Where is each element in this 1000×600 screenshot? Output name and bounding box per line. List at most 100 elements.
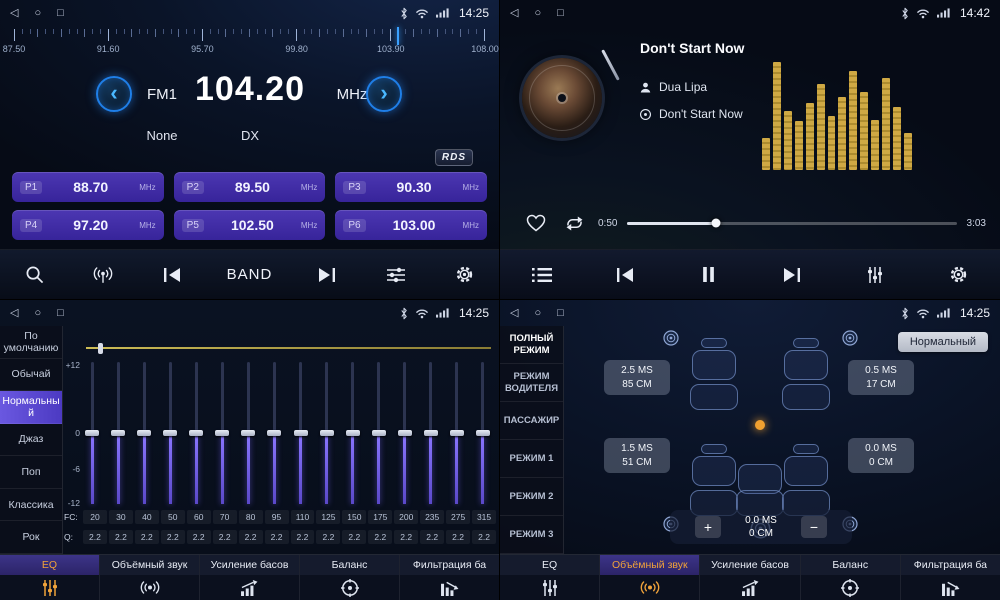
favorite-button[interactable] [522,214,550,232]
eq-band-slider[interactable] [108,362,128,504]
tab-filter[interactable]: Фильтрация ба [901,555,1000,600]
master-slider-handle[interactable] [98,343,103,354]
back-icon[interactable]: ◁ [510,308,518,319]
home-icon[interactable]: ○ [534,8,541,19]
increase-delay-button[interactable]: + [695,516,721,538]
rear-right-seat[interactable] [782,444,830,516]
eq-slider-handle[interactable] [267,430,281,436]
stations-button[interactable] [89,266,117,284]
tune-down-button[interactable]: ‹ [96,76,132,112]
profile-button[interactable]: Нормальный [898,332,988,352]
playlist-button[interactable] [528,267,556,283]
repeat-button[interactable] [560,216,588,231]
previous-station-button[interactable] [158,268,186,282]
home-icon[interactable]: ○ [34,8,41,19]
back-icon[interactable]: ◁ [10,308,18,319]
next-track-button[interactable] [778,268,806,282]
listening-mode-item[interactable]: РЕЖИМ 3 [500,516,563,554]
eq-band-slider[interactable] [264,362,284,504]
front-left-delay[interactable]: 2.5 MS 85 CM [604,360,670,395]
eq-slider-handle[interactable] [137,430,151,436]
tab-balance[interactable]: Баланс [801,555,901,600]
progress-slider[interactable] [627,222,956,225]
recents-icon[interactable]: □ [557,8,564,19]
eq-band-slider[interactable] [212,362,232,504]
back-icon[interactable]: ◁ [10,8,18,19]
eq-slider-handle[interactable] [294,430,308,436]
next-station-button[interactable] [313,268,341,282]
eq-slider-handle[interactable] [476,430,490,436]
eq-band-slider[interactable] [421,362,441,504]
previous-track-button[interactable] [611,268,639,282]
preset-button-p4[interactable]: P497.20MHz [12,210,164,240]
eq-slider-handle[interactable] [111,430,125,436]
audio-settings-button[interactable] [382,267,410,283]
eq-preset-item[interactable]: По умолчанию [0,326,62,359]
eq-slider-handle[interactable] [241,430,255,436]
home-icon[interactable]: ○ [34,308,41,319]
listening-mode-item[interactable]: ПОЛНЫЙ РЕЖИМ [500,326,563,364]
rear-right-delay[interactable]: 0.0 MS 0 CM [848,438,914,473]
eq-slider-handle[interactable] [85,430,99,436]
preset-button-p6[interactable]: P6103.00MHz [335,210,487,240]
passenger-seat[interactable] [782,338,830,410]
preset-button-p5[interactable]: P5102.50MHz [174,210,326,240]
recents-icon[interactable]: □ [57,8,64,19]
eq-band-slider[interactable] [238,362,258,504]
tab-filter[interactable]: Фильтрация ба [400,555,499,600]
eq-band-slider[interactable] [291,362,311,504]
listening-mode-item[interactable]: РЕЖИМ 2 [500,478,563,516]
eq-slider-handle[interactable] [372,430,386,436]
eq-preset-item[interactable]: Поп [0,456,62,489]
scan-button[interactable] [20,265,48,284]
eq-band-slider[interactable] [395,362,415,504]
eq-band-slider[interactable] [82,362,102,504]
listening-mode-item[interactable]: РЕЖИМ ВОДИТЕЛЯ [500,364,563,402]
eq-preset-item[interactable]: Рок [0,521,62,554]
rear-left-seat[interactable] [690,444,738,516]
eq-preset-item[interactable]: Классика [0,489,62,522]
master-level-slider[interactable] [86,342,491,354]
eq-preset-item[interactable]: Нормальный [0,391,62,424]
eq-slider-handle[interactable] [189,430,203,436]
eq-preset-item[interactable]: Обычай [0,359,62,392]
tab-surround[interactable]: Объёмный звук [600,555,700,600]
eq-slider-handle[interactable] [163,430,177,436]
tab-eq[interactable]: EQ [500,555,600,600]
tab-eq[interactable]: EQ [0,555,100,600]
listening-mode-item[interactable]: ПАССАЖИР [500,402,563,440]
album-art[interactable] [522,58,602,138]
eq-band-slider[interactable] [447,362,467,504]
eq-band-slider[interactable] [343,362,363,504]
eq-slider-handle[interactable] [320,430,334,436]
tune-up-button[interactable]: › [366,76,402,112]
home-icon[interactable]: ○ [534,308,541,319]
band-button[interactable]: BAND [227,266,273,283]
eq-band-slider[interactable] [473,362,493,504]
preset-button-p1[interactable]: P188.70MHz [12,172,164,202]
eq-band-slider[interactable] [134,362,154,504]
eq-band-slider[interactable] [186,362,206,504]
eq-slider-handle[interactable] [215,430,229,436]
tab-bass-boost[interactable]: Усиление басов [200,555,300,600]
eq-slider-handle[interactable] [450,430,464,436]
pause-button[interactable] [694,267,722,282]
eq-band-slider[interactable] [160,362,180,504]
rear-middle-seat[interactable] [736,452,784,516]
tab-bass-boost[interactable]: Усиление басов [700,555,800,600]
eq-band-slider[interactable] [369,362,389,504]
decrease-delay-button[interactable]: − [801,516,827,538]
rear-left-delay[interactable]: 1.5 MS 51 CM [604,438,670,473]
driver-seat[interactable] [690,338,738,410]
eq-band-slider[interactable] [317,362,337,504]
eq-button[interactable] [861,266,889,284]
eq-slider-handle[interactable] [346,430,360,436]
eq-preset-item[interactable]: Джаз [0,424,62,457]
frequency-ruler[interactable]: 87.5091.6095.7099.80103.90108.00 [14,29,485,65]
progress-knob[interactable] [712,219,721,228]
listening-mode-item[interactable]: РЕЖИМ 1 [500,440,563,478]
tab-balance[interactable]: Баланс [300,555,400,600]
front-right-delay[interactable]: 0.5 MS 17 CM [848,360,914,395]
eq-slider-handle[interactable] [398,430,412,436]
back-icon[interactable]: ◁ [510,8,518,19]
